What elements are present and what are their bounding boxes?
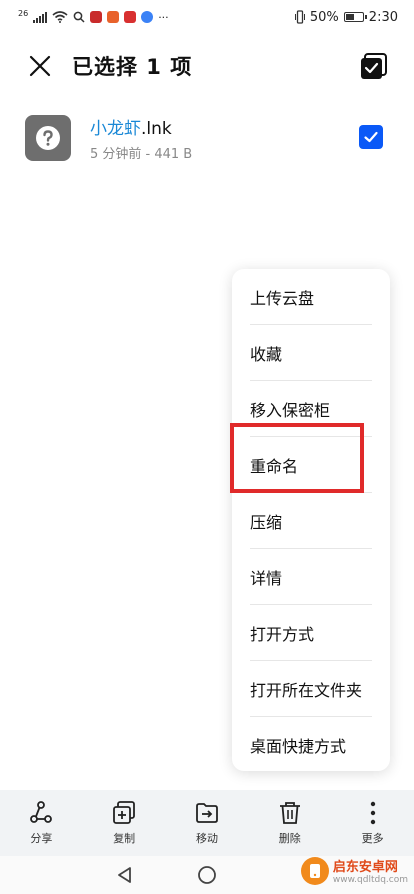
trash-icon: [279, 802, 300, 824]
move-icon: [196, 803, 218, 823]
file-name-highlight: 小龙虾: [90, 119, 141, 139]
menu-item-details[interactable]: 详情: [250, 549, 372, 605]
vibrate-icon: [294, 10, 305, 24]
status-right: 50% 2:30: [294, 9, 398, 25]
wifi-icon: [52, 11, 68, 23]
selection-header: 已选择 1 项: [0, 38, 414, 94]
search-icon: [73, 11, 85, 23]
watermark-text: 启东安卓网 www.qdltdq.com: [333, 856, 408, 885]
move-label: 移动: [195, 832, 218, 845]
menu-item-rename[interactable]: 重命名: [250, 437, 372, 493]
file-list-item[interactable]: 小龙虾.lnk 5 分钟前 - 441 B: [0, 108, 414, 168]
bottom-toolbar: 分享 复制 移动 删除 更多: [0, 790, 414, 856]
more-notifications: ···: [158, 10, 169, 24]
unknown-file-icon: [36, 126, 60, 150]
more-label: 更多: [361, 832, 384, 845]
more-icon: [370, 801, 375, 825]
app-notification-icon: [90, 11, 103, 23]
select-all-button[interactable]: [358, 50, 390, 82]
app-notification-icon: [141, 11, 154, 23]
back-icon[interactable]: [115, 865, 135, 885]
battery-icon: [343, 12, 367, 22]
delete-label: 删除: [278, 832, 301, 845]
menu-item-upload-cloud[interactable]: 上传云盘: [250, 269, 372, 325]
file-meta: 5 分钟前 - 441 B: [90, 147, 193, 162]
menu-item-desktop-shortcut[interactable]: 桌面快捷方式: [250, 717, 372, 773]
status-bar: 26 ··· 50% 2:30: [0, 0, 414, 34]
close-button[interactable]: [22, 48, 58, 84]
page-title: 已选择 1 项: [72, 55, 193, 79]
network-type-label: 26: [18, 8, 29, 18]
menu-item-move-to-safe[interactable]: 移入保密柜: [250, 381, 372, 437]
watermark-logo-icon: [300, 856, 329, 885]
select-all-icon: [361, 53, 387, 79]
file-checkbox[interactable]: [359, 125, 383, 149]
file-thumbnail: [25, 115, 71, 161]
more-button[interactable]: 更多: [343, 800, 403, 846]
share-button[interactable]: 分享: [11, 800, 71, 846]
site-watermark: 启东安卓网 www.qdltdq.com: [300, 856, 408, 885]
watermark-url: www.qdltdq.com: [332, 875, 408, 885]
more-options-menu: 上传云盘 收藏 移入保密柜 重命名 压缩 详情 打开方式 打开所在文件夹 桌面快…: [232, 269, 390, 771]
delete-button[interactable]: 删除: [260, 800, 320, 846]
clock: 2:30: [368, 9, 398, 25]
menu-item-compress[interactable]: 压缩: [250, 493, 372, 549]
copy-label: 复制: [113, 832, 136, 845]
share-label: 分享: [30, 832, 53, 845]
signal-icon: [33, 11, 48, 23]
file-info: 小龙虾.lnk 5 分钟前 - 441 B: [90, 114, 192, 162]
status-left: 26 ···: [18, 8, 169, 24]
app-notification-icon: [107, 11, 120, 23]
watermark-title: 启东安卓网: [332, 860, 398, 875]
file-name: 小龙虾.lnk: [90, 114, 192, 139]
menu-item-open-with[interactable]: 打开方式: [250, 605, 372, 661]
menu-item-favorite[interactable]: 收藏: [250, 325, 372, 381]
share-icon: [30, 801, 53, 823]
copy-button[interactable]: 复制: [94, 800, 154, 846]
battery-percent: 50%: [309, 9, 339, 25]
check-icon: [364, 131, 378, 143]
home-icon[interactable]: [197, 865, 217, 885]
menu-item-open-folder[interactable]: 打开所在文件夹: [250, 661, 372, 717]
app-notification-icon: [124, 11, 137, 23]
file-name-extension: .lnk: [141, 119, 172, 139]
copy-icon: [113, 801, 136, 824]
move-button[interactable]: 移动: [177, 800, 237, 846]
close-icon: [29, 55, 51, 77]
